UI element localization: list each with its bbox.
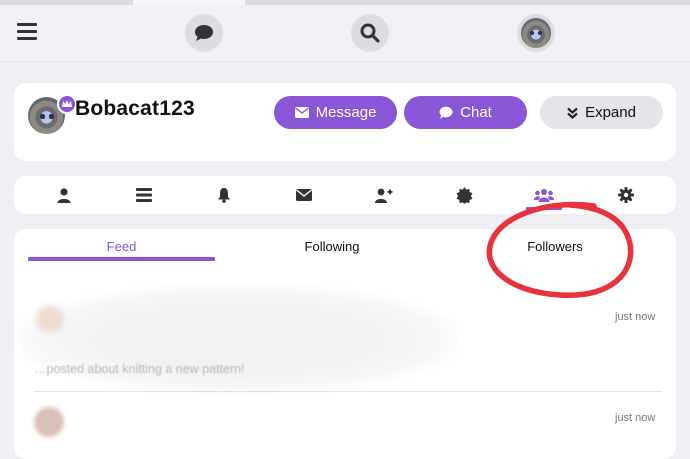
tab-list[interactable] [114,176,174,214]
redacted-post-area [18,285,458,393]
post-timestamp: just now [615,412,656,424]
message-button-label: Message [315,104,377,121]
active-tab-underline [28,257,215,261]
hamburger-menu-icon[interactable] [17,23,37,41]
post-timestamp: just now [615,311,656,323]
tab-following[interactable]: Following [238,229,426,263]
double-chevron-down-icon [567,107,578,119]
tab-following-label: Following [304,238,360,254]
expand-button-label: Expand [585,104,636,121]
message-button[interactable]: Message [274,96,397,129]
profile-section-tabs [14,176,676,214]
chat-button[interactable] [185,14,223,52]
envelope-icon [296,189,312,201]
user-avatar [521,18,551,48]
tab-messages[interactable] [274,176,334,214]
chat-button[interactable]: Chat [404,96,527,129]
profile-header-card: Bobacat123 Message Chat Expand [14,83,676,161]
envelope-icon [294,107,309,118]
username: Bobacat123 [75,97,195,120]
gear-icon [618,187,634,203]
chat-bubble-icon [439,106,453,119]
list-icon [136,188,152,202]
post-text: …posted about knitting a new pattern! [34,362,245,376]
expand-button[interactable]: Expand [540,96,663,129]
badge-icon [456,186,472,204]
top-navigation-bar [0,5,690,62]
post-author-avatar[interactable] [36,305,64,333]
tab-badges[interactable] [434,176,494,214]
post-author-avatar[interactable] [34,407,64,437]
tab-profile[interactable] [34,176,94,214]
post-divider [34,391,662,392]
tab-followers[interactable]: Followers [461,229,649,263]
tab-feed-label: Feed [106,238,137,254]
group-icon [534,189,554,202]
tab-friends[interactable] [514,176,574,214]
chat-button-label: Chat [460,104,492,121]
tab-notifications[interactable] [194,176,254,214]
add-user-icon [375,188,393,203]
bell-icon [218,188,230,203]
tab-followers-label: Followers [527,238,583,254]
tab-settings[interactable] [596,176,656,214]
search-icon [360,23,380,43]
chat-bubble-icon [195,25,213,41]
crown-icon [57,94,77,114]
person-icon [57,187,71,203]
account-button[interactable] [517,14,555,52]
activity-feed-card: Feed Following Followers …posted about k… [14,229,676,459]
tab-add-friend[interactable] [354,176,414,214]
search-button[interactable] [351,14,389,52]
